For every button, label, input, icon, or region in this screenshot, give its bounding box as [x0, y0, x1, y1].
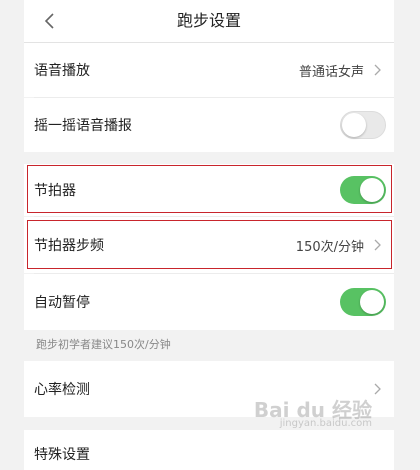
shake-voice-toggle[interactable]	[340, 111, 386, 139]
voice-broadcast-row[interactable]: 语音播放 普通话女声	[24, 43, 394, 97]
auto-pause-row: 自动暂停	[24, 274, 394, 330]
metronome-cadence-row[interactable]: 节拍器步频 150次/分钟	[24, 217, 394, 273]
shake-voice-label: 摇一摇语音播报	[34, 118, 132, 134]
shake-voice-row: 摇一摇语音播报	[24, 98, 394, 152]
voice-broadcast-value: 普通话女声	[298, 64, 364, 80]
metronome-label: 节拍器	[34, 183, 76, 199]
voice-broadcast-label: 语音播放	[34, 63, 90, 79]
page: 跑步设置 语音播放 普通话女声 摇一摇语音播报 节拍器 节拍器步频 150次/分…	[24, 0, 394, 470]
toggle-knob	[342, 113, 366, 137]
cadence-hint: 跑步初学者建议150次/分钟	[36, 338, 171, 351]
chevron-right-icon	[372, 382, 384, 396]
chevron-left-icon	[44, 13, 54, 29]
heart-rate-label: 心率检测	[34, 382, 90, 398]
partial-settings-row[interactable]: 特殊设置	[24, 430, 394, 470]
partial-settings-label: 特殊设置	[34, 447, 90, 463]
toggle-knob	[360, 178, 384, 202]
metronome-toggle[interactable]	[340, 176, 386, 204]
metronome-cadence-label: 节拍器步频	[34, 238, 104, 254]
metronome-row: 节拍器	[24, 164, 394, 216]
page-title: 跑步设置	[176, 11, 241, 30]
back-button[interactable]	[38, 10, 60, 32]
auto-pause-toggle[interactable]	[340, 288, 386, 316]
chevron-right-icon	[372, 63, 384, 77]
toggle-knob	[360, 290, 384, 314]
watermark-url: jingyan.baidu.com	[279, 418, 372, 429]
chevron-right-icon	[372, 238, 384, 252]
auto-pause-label: 自动暂停	[34, 295, 90, 311]
navigation-bar: 跑步设置	[24, 0, 394, 43]
metronome-cadence-value: 150次/分钟	[295, 239, 364, 255]
